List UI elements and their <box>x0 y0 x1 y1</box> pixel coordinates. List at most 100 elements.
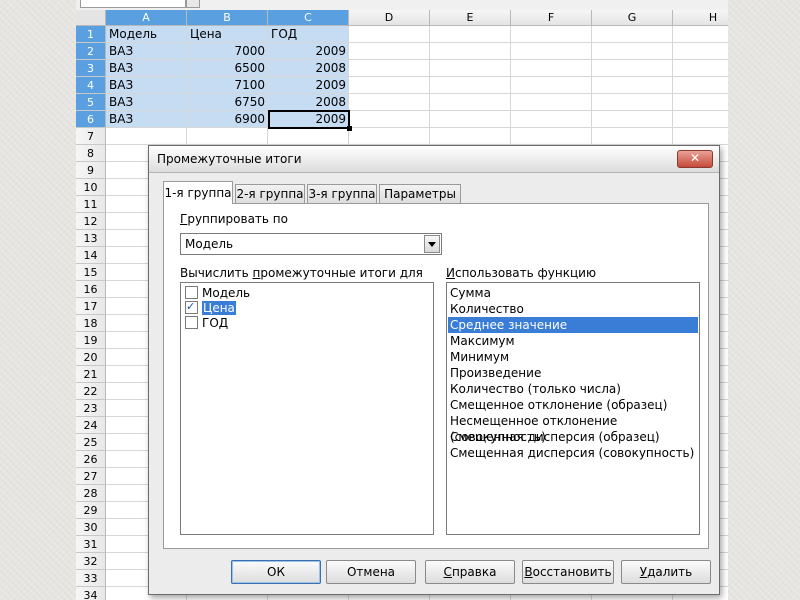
row-header-2[interactable]: 2 <box>76 43 106 60</box>
row-header-22[interactable]: 22 <box>76 383 106 400</box>
row-header-28[interactable]: 28 <box>76 485 106 502</box>
function-item[interactable]: Максимум <box>448 333 698 349</box>
row-header-24[interactable]: 24 <box>76 417 106 434</box>
row-header-12[interactable]: 12 <box>76 213 106 230</box>
function-item[interactable]: Количество <box>448 301 698 317</box>
row-header-26[interactable]: 26 <box>76 451 106 468</box>
checkbox-item-year[interactable]: ГОД <box>185 316 228 331</box>
function-item[interactable]: Несмещенное отклонение (совокупность) <box>448 413 698 444</box>
row-header-34[interactable]: 34 <box>76 587 106 600</box>
cell-c4[interactable]: 2009 <box>268 77 349 94</box>
cell-c1[interactable]: ГОД <box>268 26 349 43</box>
group-by-label: Группировать по <box>180 212 288 226</box>
cell-a1[interactable]: Модель <box>106 26 187 43</box>
row-header-19[interactable]: 19 <box>76 332 106 349</box>
column-header-h[interactable]: H <box>673 10 728 26</box>
cell-c2[interactable]: 2009 <box>268 43 349 60</box>
checkbox-price[interactable] <box>185 299 198 314</box>
function-item[interactable]: Произведение <box>448 365 698 381</box>
compute-for-list[interactable]: Модель Цена ГОД <box>180 282 434 535</box>
row-header-18[interactable]: 18 <box>76 315 106 332</box>
ok-button[interactable]: ОК <box>231 560 321 584</box>
row-header-5[interactable]: 5 <box>76 94 106 111</box>
row-header-14[interactable]: 14 <box>76 247 106 264</box>
row-header-7[interactable]: 7 <box>76 128 106 145</box>
row-header-17[interactable]: 17 <box>76 298 106 315</box>
cell-a4[interactable]: ВАЗ <box>106 77 187 94</box>
column-header-b[interactable]: B <box>187 10 268 26</box>
column-header-a[interactable]: A <box>106 10 187 26</box>
column-header-e[interactable]: E <box>430 10 511 26</box>
cell-a2[interactable]: ВАЗ <box>106 43 187 60</box>
row-header-32[interactable]: 32 <box>76 553 106 570</box>
row-header-15[interactable]: 15 <box>76 264 106 281</box>
function-item[interactable]: Смещенная дисперсия (совокупность) <box>448 445 698 461</box>
dialog-body: 1-я группа 2-я группа 3-я группа Парамет… <box>157 181 711 549</box>
name-box[interactable] <box>80 0 186 8</box>
row-header-30[interactable]: 30 <box>76 519 106 536</box>
tab-group-1[interactable]: 1-я группа <box>163 181 233 204</box>
checkbox-year[interactable] <box>185 316 198 329</box>
tab-group-2[interactable]: 2-я группа <box>235 184 305 203</box>
function-item[interactable]: Сумма <box>448 285 698 301</box>
close-icon: ✕ <box>689 151 701 165</box>
use-function-list[interactable]: Сумма Количество Среднее значение Максимум М… <box>446 282 700 535</box>
row-header-1[interactable]: 1 <box>76 26 106 43</box>
row-header-31[interactable]: 31 <box>76 536 106 553</box>
fill-handle[interactable] <box>347 126 352 131</box>
chevron-down-icon[interactable] <box>424 235 440 253</box>
cell-b6[interactable]: 6900 <box>187 111 268 128</box>
cell-a5[interactable]: ВАЗ <box>106 94 187 111</box>
row-header-13[interactable]: 13 <box>76 230 106 247</box>
row-header-11[interactable]: 11 <box>76 196 106 213</box>
column-header-c[interactable]: C <box>268 10 349 26</box>
tab-options[interactable]: Параметры <box>379 184 461 203</box>
cell-c5[interactable]: 2008 <box>268 94 349 111</box>
cell-b1[interactable]: Цена <box>187 26 268 43</box>
function-item[interactable]: Минимум <box>448 349 698 365</box>
cell-b4[interactable]: 7100 <box>187 77 268 94</box>
delete-button[interactable]: Удалить <box>621 560 711 584</box>
function-item[interactable]: Смещенная дисперсия (образец) <box>448 429 698 445</box>
row-header-20[interactable]: 20 <box>76 349 106 366</box>
checkbox-item-price[interactable]: Цена <box>185 299 237 316</box>
cell-b2[interactable]: 7000 <box>187 43 268 60</box>
row-header-8[interactable]: 8 <box>76 145 106 162</box>
row-header-23[interactable]: 23 <box>76 400 106 417</box>
name-box-dropdown[interactable] <box>186 0 200 8</box>
dialog-titlebar[interactable]: Промежуточные итоги ✕ <box>149 146 719 173</box>
row-header-29[interactable]: 29 <box>76 502 106 519</box>
cell-a3[interactable]: ВАЗ <box>106 60 187 77</box>
row-header-16[interactable]: 16 <box>76 281 106 298</box>
row-header-27[interactable]: 27 <box>76 468 106 485</box>
cancel-button[interactable]: Отмена <box>326 560 416 584</box>
row-header-21[interactable]: 21 <box>76 366 106 383</box>
row-header-10[interactable]: 10 <box>76 179 106 196</box>
active-cell-cursor[interactable] <box>268 110 352 131</box>
column-header-g[interactable]: G <box>592 10 673 26</box>
select-all-corner[interactable] <box>76 10 106 26</box>
reset-button[interactable]: Восстановить <box>522 560 614 584</box>
function-item[interactable]: Смещенное отклонение (образец) <box>448 397 698 413</box>
checkbox-model[interactable] <box>185 286 198 299</box>
close-button[interactable]: ✕ <box>677 150 713 168</box>
row-header-6[interactable]: 6 <box>76 111 106 128</box>
row-header-3[interactable]: 3 <box>76 60 106 77</box>
tab-group-3[interactable]: 3-я группа <box>307 184 377 203</box>
group-by-value: Модель <box>185 237 234 251</box>
group-by-select[interactable]: Модель <box>180 233 442 255</box>
row-header-4[interactable]: 4 <box>76 77 106 94</box>
function-item[interactable]: Количество (только числа) <box>448 381 698 397</box>
dialog-title: Промежуточные итоги <box>157 152 302 166</box>
help-button[interactable]: Справка <box>425 560 515 584</box>
cell-b3[interactable]: 6500 <box>187 60 268 77</box>
row-header-33[interactable]: 33 <box>76 570 106 587</box>
row-header-9[interactable]: 9 <box>76 162 106 179</box>
cell-b5[interactable]: 6750 <box>187 94 268 111</box>
row-header-25[interactable]: 25 <box>76 434 106 451</box>
column-header-f[interactable]: F <box>511 10 592 26</box>
column-header-d[interactable]: D <box>349 10 430 26</box>
cell-c3[interactable]: 2008 <box>268 60 349 77</box>
function-item[interactable]: Среднее значение <box>448 317 698 333</box>
cell-a6[interactable]: ВАЗ <box>106 111 187 128</box>
